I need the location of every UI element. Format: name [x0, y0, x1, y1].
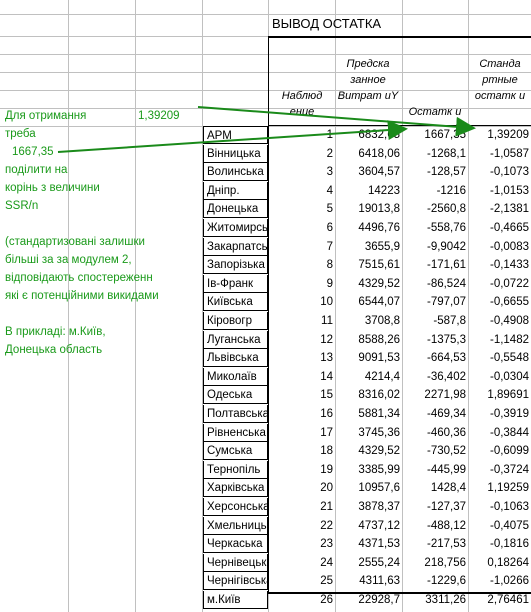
- annotation-arrows: [57, 106, 476, 153]
- arrow-to-residual: [57, 120, 408, 153]
- arrow-to-std-residual: [197, 106, 476, 137]
